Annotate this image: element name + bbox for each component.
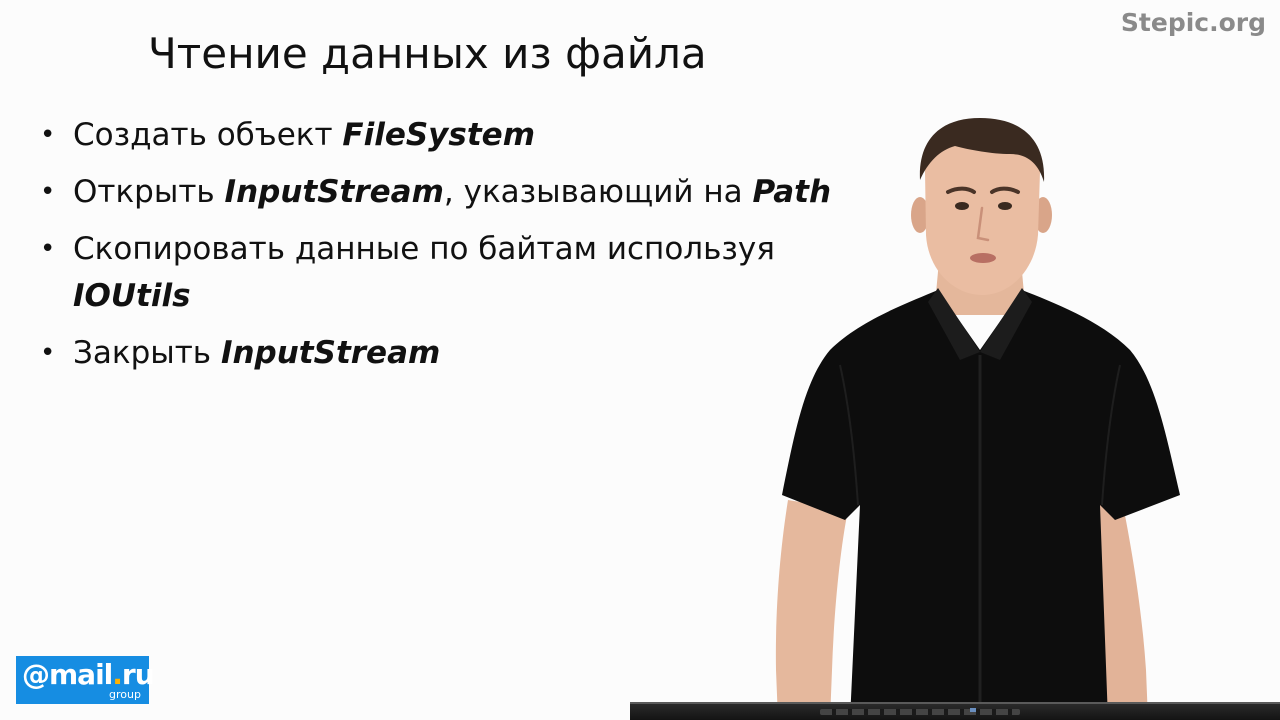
presenter-image <box>775 118 1180 720</box>
bullet-emphasis: FileSystem <box>342 117 535 153</box>
presenter-eye-right <box>998 202 1012 210</box>
watermark-stepic: Stepic.org <box>1120 8 1266 37</box>
bullet-item: • Закрыть InputStream <box>40 330 840 377</box>
slide: Stepic.org Чтение данных из файла • Созда… <box>0 0 1280 720</box>
desk-monitor <box>630 702 1280 720</box>
bullet-icon: • <box>40 177 56 207</box>
desk-led-icon <box>970 708 976 712</box>
bullet-list: • Создать объект FileSystem • Открыть Inpu… <box>40 112 840 387</box>
mailru-group-logo: @mail.ru group <box>16 656 155 704</box>
logo-dot: . <box>112 658 123 691</box>
logo-sub-text: group <box>109 688 141 701</box>
desk-vent <box>820 709 1020 715</box>
logo-main-text: @mail <box>22 658 113 691</box>
bullet-icon: • <box>40 234 56 264</box>
bullet-item: • Скопировать данные по байтам используя … <box>40 226 840 320</box>
presenter-left-arm <box>775 500 848 720</box>
bullet-item: • Открыть InputStream, указывающий на Pat… <box>40 169 840 216</box>
bullet-icon: • <box>40 120 56 150</box>
presenter-eye-left <box>955 202 969 210</box>
presenter-mouth <box>970 253 996 263</box>
bullet-text: Создать объект <box>73 117 343 153</box>
slide-title: Чтение данных из файла <box>148 29 707 78</box>
bullet-item: • Создать объект FileSystem <box>40 112 840 159</box>
bullet-emphasis: InputStream <box>220 335 441 371</box>
bullet-text-after: , указывающий на <box>443 174 753 210</box>
bullet-emphasis: InputStream <box>224 174 444 210</box>
logo-ru-text: ru <box>121 658 155 691</box>
bullet-icon: • <box>40 338 56 368</box>
bullet-emphasis: IOUtils <box>73 278 191 314</box>
bullet-text: Скопировать данные по байтам используя <box>73 231 775 267</box>
bullet-text: Закрыть <box>73 335 221 371</box>
bullet-text: Открыть <box>73 174 225 210</box>
